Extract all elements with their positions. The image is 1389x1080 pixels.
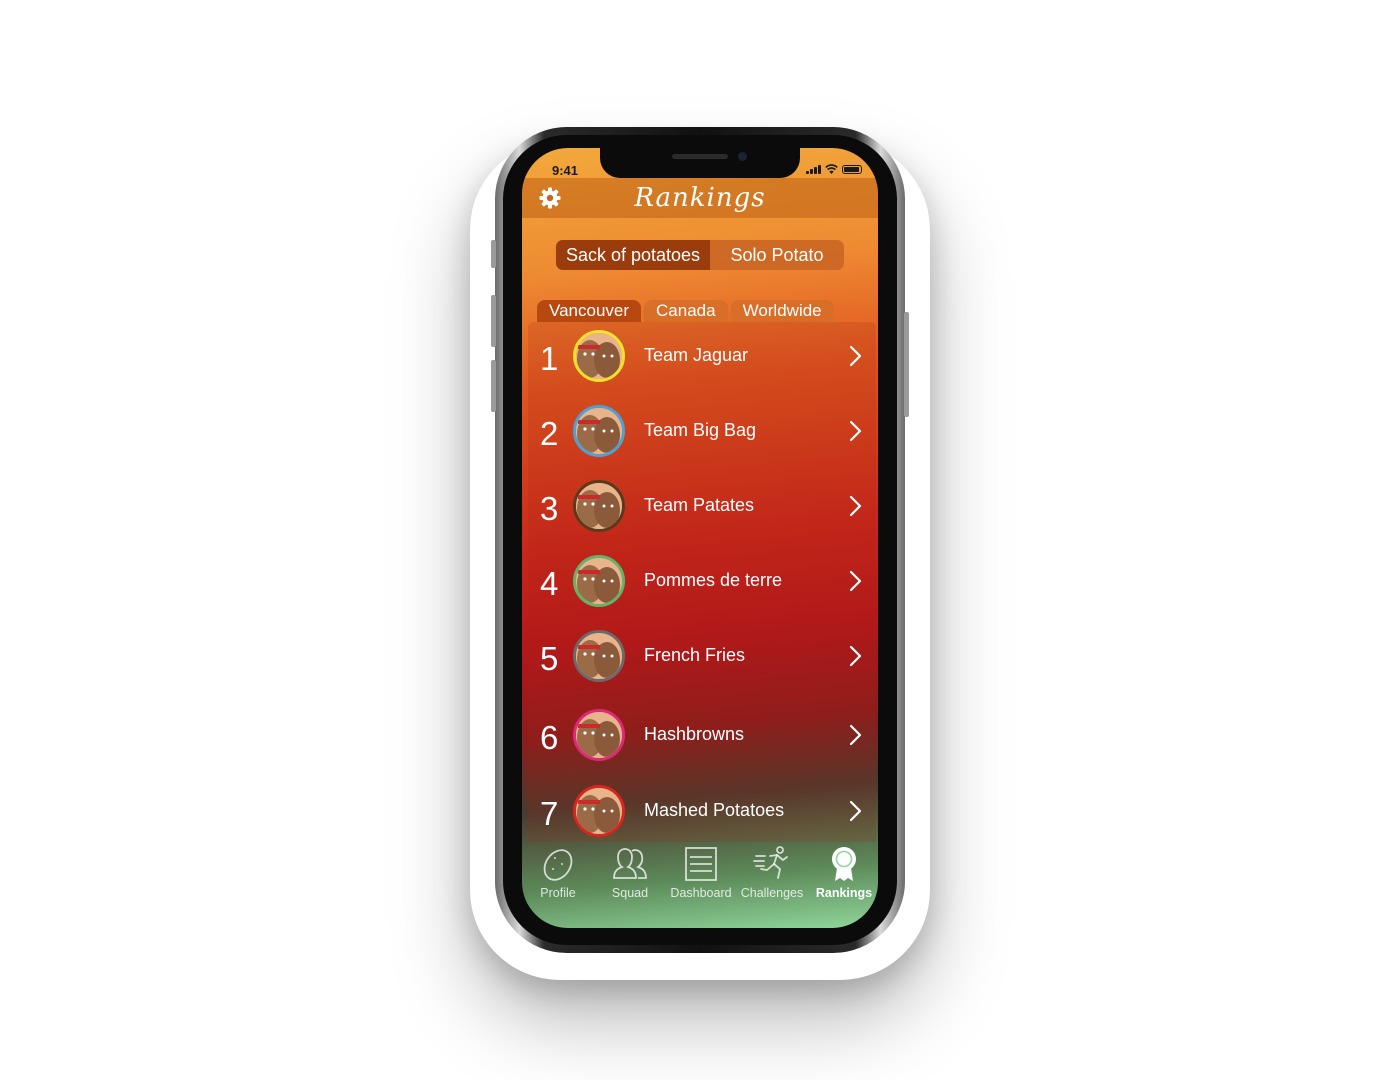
status-time: 9:41 <box>552 163 579 178</box>
tab-bar: Profile Squad Dashboard Challenges Ranki… <box>522 840 878 928</box>
team-avatar <box>573 785 625 837</box>
mute-switch <box>491 240 496 268</box>
chevron-right-icon[interactable] <box>848 799 862 823</box>
page-title: Rankings <box>634 183 766 213</box>
battery-icon <box>842 165 862 174</box>
tab-canada[interactable]: Canada <box>644 300 728 322</box>
ranking-row[interactable]: 2 Team Big Bag <box>528 397 876 469</box>
rank-number: 2 <box>540 415 559 452</box>
ranking-row[interactable]: 5 French Fries <box>528 622 876 694</box>
chevron-right-icon[interactable] <box>848 494 862 518</box>
tab-challenges[interactable]: Challenges <box>736 840 808 900</box>
header-bar: Rankings <box>522 178 878 218</box>
potato-avatar-icon <box>576 558 622 604</box>
segment-solo-potato[interactable]: Solo Potato <box>710 240 844 270</box>
volume-down-button <box>491 360 496 412</box>
team-avatar <box>573 709 625 761</box>
potato-avatar-icon <box>576 483 622 529</box>
power-button <box>904 312 909 417</box>
tab-dashboard-label: Dashboard <box>670 886 732 900</box>
team-solo-segmented-control: Sack of potatoes Solo Potato <box>556 240 844 270</box>
team-avatar <box>573 555 625 607</box>
tab-rankings-label: Rankings <box>815 886 873 900</box>
wifi-icon <box>825 164 838 174</box>
rankings-list: 1 Team Jaguar 2 Team Big Bag 3 Team Patates 4 P… <box>528 322 876 842</box>
volume-up-button <box>491 295 496 347</box>
rank-number: 5 <box>540 640 559 677</box>
potato-avatar-icon <box>576 788 622 834</box>
dashboard-icon <box>685 847 717 881</box>
tab-challenges-label: Challenges <box>740 886 804 900</box>
front-camera <box>738 152 747 161</box>
team-name: Team Big Bag <box>644 420 757 440</box>
team-name: Mashed Potatoes <box>644 800 785 820</box>
team-avatar <box>573 405 625 457</box>
team-name: Hashbrowns <box>644 724 745 744</box>
tab-squad[interactable]: Squad <box>594 840 666 900</box>
notch <box>600 148 800 178</box>
rank-number: 4 <box>540 565 559 602</box>
rank-number: 3 <box>540 490 559 527</box>
speaker-grille <box>672 154 728 159</box>
team-avatar <box>573 480 625 532</box>
rank-number: 6 <box>540 719 559 756</box>
ranking-row[interactable]: 3 Team Patates <box>528 472 876 544</box>
team-avatar <box>573 330 625 382</box>
potato-icon <box>543 849 573 881</box>
ribbon-icon <box>832 847 856 881</box>
chevron-right-icon[interactable] <box>848 569 862 593</box>
team-name: Team Patates <box>644 495 755 515</box>
status-icons <box>806 164 862 174</box>
runner-icon <box>753 846 788 879</box>
potato-avatar-icon <box>576 712 622 758</box>
location-tabs: Vancouver Canada Worldwide <box>537 300 834 322</box>
potato-avatar-icon <box>576 633 622 679</box>
tab-profile-label: Profile <box>540 886 576 900</box>
team-name: French Fries <box>644 645 746 665</box>
tab-rankings[interactable]: Rankings <box>808 840 878 900</box>
chevron-right-icon[interactable] <box>848 644 862 668</box>
chevron-right-icon[interactable] <box>848 419 862 443</box>
signal-icon <box>806 165 821 174</box>
squad-icon <box>613 848 647 879</box>
ranking-row[interactable]: 4 Pommes de terre <box>528 547 876 619</box>
chevron-right-icon[interactable] <box>848 723 862 747</box>
ranking-row[interactable]: 7 Mashed Potatoes <box>528 777 876 842</box>
chevron-right-icon[interactable] <box>848 344 862 368</box>
team-name: Pommes de terre <box>644 570 783 590</box>
tab-squad-label: Squad <box>611 886 649 900</box>
ranking-row[interactable]: 1 Team Jaguar <box>528 322 876 394</box>
tab-dashboard[interactable]: Dashboard <box>665 840 737 900</box>
tab-vancouver[interactable]: Vancouver <box>537 300 642 322</box>
rank-number: 1 <box>540 340 559 377</box>
potato-avatar-icon <box>576 408 622 454</box>
segment-sack-of-potatoes[interactable]: Sack of potatoes <box>556 240 711 270</box>
app-screen: 9:41 Rankings Sack of potatoes Solo Pota… <box>522 148 878 928</box>
rank-number: 7 <box>540 795 559 832</box>
potato-avatar-icon <box>576 333 622 379</box>
tab-worldwide[interactable]: Worldwide <box>730 300 834 322</box>
team-name: Team Jaguar <box>644 345 749 365</box>
ranking-row[interactable]: 6 Hashbrowns <box>528 701 876 773</box>
tab-profile[interactable]: Profile <box>522 840 594 900</box>
team-avatar <box>573 630 625 682</box>
